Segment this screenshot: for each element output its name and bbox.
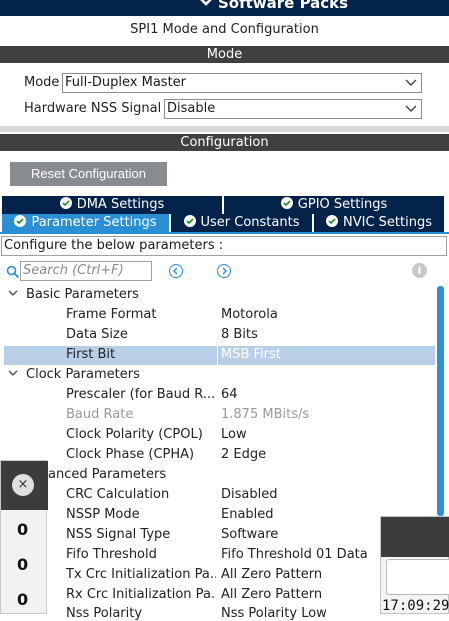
param-value[interactable]: All Zero Pattern xyxy=(221,567,379,582)
chevron-down-icon xyxy=(8,370,18,376)
tab-nvic-settings-label: NVIC Settings xyxy=(343,215,432,230)
tab-user-constants-label: User Constants xyxy=(200,215,300,230)
counter-value: 0 xyxy=(17,555,29,574)
tab-nvic-settings[interactable]: NVIC Settings xyxy=(314,214,444,232)
software-packs-header[interactable]: Software Packs xyxy=(0,0,449,16)
parameters-scrollbar[interactable] xyxy=(437,286,444,516)
hardware-nss-select[interactable]: Disable xyxy=(164,99,422,119)
mode-select[interactable]: Full-Duplex Master xyxy=(62,73,422,93)
param-name[interactable]: First Bit xyxy=(66,347,216,362)
hardware-nss-label: Hardware NSS Signal xyxy=(24,101,162,116)
reset-configuration-button[interactable]: Reset Configuration xyxy=(10,162,167,186)
param-name[interactable]: Data Size xyxy=(66,327,216,342)
close-icon[interactable]: × xyxy=(12,474,34,496)
param-value[interactable]: 8 Bits xyxy=(221,327,435,342)
check-circle-icon xyxy=(326,215,338,227)
param-name[interactable]: NSS Signal Type xyxy=(66,527,216,542)
configuration-section-header: Configuration xyxy=(0,134,449,151)
group-label: Clock Parameters xyxy=(26,367,140,382)
check-circle-icon xyxy=(183,215,196,227)
selected-row-divider xyxy=(217,346,218,365)
param-value[interactable]: Fifo Threshold 01 Data xyxy=(221,547,379,562)
param-name[interactable]: Fifo Threshold xyxy=(66,547,216,562)
right-overlay-header xyxy=(381,517,449,557)
software-packs-title: Software Packs xyxy=(218,0,349,12)
mode-section-header: Mode xyxy=(0,46,449,63)
param-value[interactable]: Motorola xyxy=(221,307,435,322)
param-name[interactable]: Rx Crc Initialization Pa... xyxy=(66,587,216,602)
group-label: Basic Parameters xyxy=(26,287,139,302)
param-name: Baud Rate xyxy=(66,407,134,422)
hardware-nss-select-value: Disable xyxy=(167,101,216,116)
next-match-icon[interactable] xyxy=(217,264,231,278)
param-name[interactable]: CRC Calculation xyxy=(66,487,216,502)
param-name[interactable]: Prescaler (for Baud R... xyxy=(66,387,216,402)
check-circle-icon xyxy=(59,197,72,209)
tab-underline xyxy=(0,232,449,234)
param-value: 1.875 MBits/s xyxy=(221,407,310,422)
parameters-description: Configure the below parameters : xyxy=(1,236,447,256)
tab-gpio-settings-label: GPIO Settings xyxy=(297,197,388,212)
info-icon[interactable]: i xyxy=(412,263,427,278)
clock-time: 17:09:29 xyxy=(382,598,449,614)
param-name[interactable]: Tx Crc Initialization Pa... xyxy=(66,567,216,582)
tab-parameter-settings[interactable]: Parameter Settings xyxy=(2,214,169,232)
chevron-down-icon xyxy=(8,290,18,296)
param-value[interactable]: Disabled xyxy=(221,487,435,502)
section-divider xyxy=(0,126,449,132)
param-value[interactable]: All Zero Pattern xyxy=(221,587,379,602)
check-circle-icon xyxy=(280,197,293,209)
param-name[interactable]: Clock Phase (CPHA) xyxy=(66,447,216,462)
tab-dma-settings-label: DMA Settings xyxy=(76,197,165,212)
chevron-down-icon xyxy=(405,79,417,86)
tab-user-constants[interactable]: User Constants xyxy=(171,214,312,232)
page-subtitle: SPI1 Mode and Configuration xyxy=(130,22,319,37)
chevron-down-icon xyxy=(405,105,417,112)
param-value[interactable]: Software xyxy=(221,527,379,542)
right-overlay-field[interactable] xyxy=(386,559,449,595)
mode-label: Mode xyxy=(24,75,60,90)
param-value[interactable]: MSB First xyxy=(221,347,435,362)
counter-value: 0 xyxy=(17,590,29,609)
previous-match-icon[interactable] xyxy=(169,264,183,278)
param-name[interactable]: Frame Format xyxy=(66,307,216,322)
counter-value: 0 xyxy=(17,520,29,539)
mode-select-value: Full-Duplex Master xyxy=(65,75,187,90)
search-input[interactable]: Search (Ctrl+F) xyxy=(20,261,152,281)
tab-gpio-settings[interactable]: GPIO Settings xyxy=(224,196,444,214)
param-name[interactable]: NSSP Mode xyxy=(66,507,216,522)
param-value[interactable]: Low xyxy=(221,427,435,442)
chevron-down-icon xyxy=(200,0,212,6)
tab-parameter-settings-label: Parameter Settings xyxy=(31,215,157,230)
group-clock-parameters[interactable]: Clock Parameters xyxy=(8,367,140,382)
param-value[interactable]: 2 Edge xyxy=(221,447,435,462)
group-basic-parameters[interactable]: Basic Parameters xyxy=(8,287,139,302)
search-icon xyxy=(6,265,20,279)
group-advanced-parameters[interactable]: anced Parameters xyxy=(48,467,166,482)
param-value[interactable]: 64 xyxy=(221,387,435,402)
tab-dma-settings[interactable]: DMA Settings xyxy=(2,196,222,214)
param-name[interactable]: Clock Polarity (CPOL) xyxy=(66,427,216,442)
check-circle-icon xyxy=(14,215,27,227)
